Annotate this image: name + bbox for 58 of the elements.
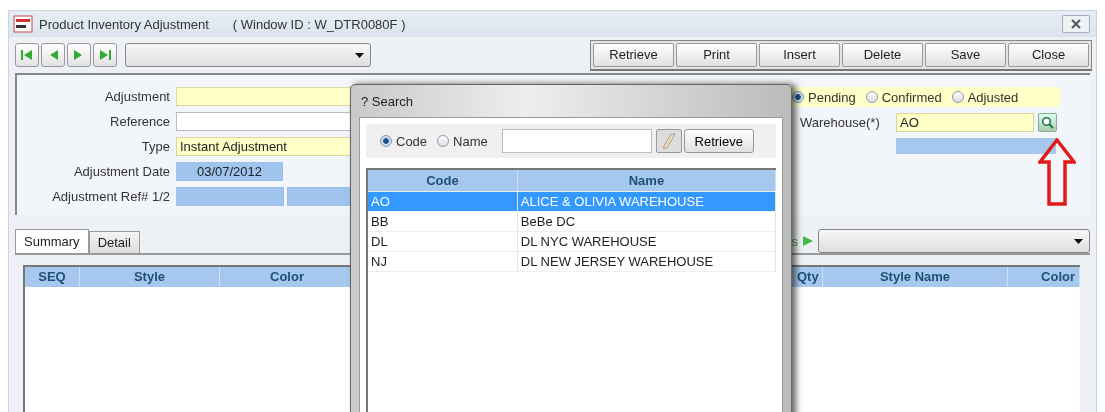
arrow-icon: [1038, 138, 1076, 206]
column-header: Style: [80, 267, 220, 287]
next-record-button[interactable]: [67, 43, 91, 67]
result-row[interactable]: DL DL NYC WAREHOUSE: [368, 232, 776, 252]
search-input[interactable]: [501, 129, 652, 153]
close-button[interactable]: [1062, 15, 1090, 33]
close-icon: [1070, 19, 1082, 29]
eraser-button[interactable]: [655, 129, 682, 153]
result-row[interactable]: NJ DL NEW JERSEY WAREHOUSE: [368, 252, 776, 272]
text-field[interactable]: [176, 87, 351, 106]
last-record-button[interactable]: [93, 43, 117, 67]
search-by-radio[interactable]: Code: [380, 133, 428, 149]
dialog-title: ? Search: [360, 92, 415, 111]
column-header: SEQ: [25, 267, 80, 287]
toolbar-button[interactable]: Print: [676, 42, 757, 67]
dropdown[interactable]: [818, 229, 1090, 253]
toolbar-button[interactable]: Close: [1008, 42, 1089, 67]
search-button[interactable]: [1038, 113, 1057, 132]
column-header: Style Name: [823, 267, 1008, 287]
field-label: Type: [140, 139, 171, 154]
caret-icon: [355, 52, 364, 58]
status-radio[interactable]: Confirmed: [865, 89, 942, 105]
play-icon: [802, 235, 814, 247]
search-by-radio[interactable]: Name: [437, 133, 488, 149]
label-text: s: [791, 233, 798, 249]
tab[interactable]: Summary: [15, 229, 89, 253]
retrieve-button[interactable]: Retrieve: [683, 129, 754, 153]
text-field[interactable]: 03/07/2012: [176, 162, 283, 181]
field-label: Adjustment: [103, 89, 171, 104]
field-label: Reference: [109, 114, 171, 129]
eraser-icon: [661, 133, 676, 149]
skip-back-icon: [19, 48, 35, 62]
record-dropdown[interactable]: [125, 43, 371, 67]
field-label: Adjustment Ref# 1/2: [51, 189, 171, 204]
column-header: Qty: [793, 267, 823, 287]
text-field[interactable]: [176, 112, 351, 131]
previous-record-button[interactable]: [41, 43, 65, 67]
toolbar-button[interactable]: Delete: [842, 42, 923, 67]
window-id: ( Window ID : W_DTR0080F ): [232, 16, 406, 32]
toolbar-button[interactable]: Retrieve: [593, 42, 674, 67]
status-radio[interactable]: Adjusted: [951, 89, 1019, 105]
toolbar-button[interactable]: Insert: [759, 42, 840, 67]
toolbar-button[interactable]: Save: [925, 42, 1006, 67]
text-field[interactable]: AO: [896, 113, 1034, 132]
field-label: Adjustment Date: [72, 164, 171, 179]
text-field[interactable]: [176, 187, 284, 206]
window-title: Product Inventory Adjustment: [39, 16, 209, 32]
caret-icon: [1074, 238, 1083, 244]
text-field[interactable]: Instant Adjustment: [176, 137, 351, 156]
tab[interactable]: Detail: [88, 231, 140, 253]
column-header: Code: [368, 170, 518, 191]
column-header: Name: [517, 170, 776, 191]
app-logo-icon: [13, 15, 33, 33]
column-header: Color: [1008, 267, 1080, 287]
skip-forward-icon: [97, 48, 113, 62]
result-row[interactable]: BB BeBe DC: [368, 212, 776, 232]
first-record-button[interactable]: [15, 43, 39, 67]
field-label: Warehouse(*): [800, 115, 881, 130]
